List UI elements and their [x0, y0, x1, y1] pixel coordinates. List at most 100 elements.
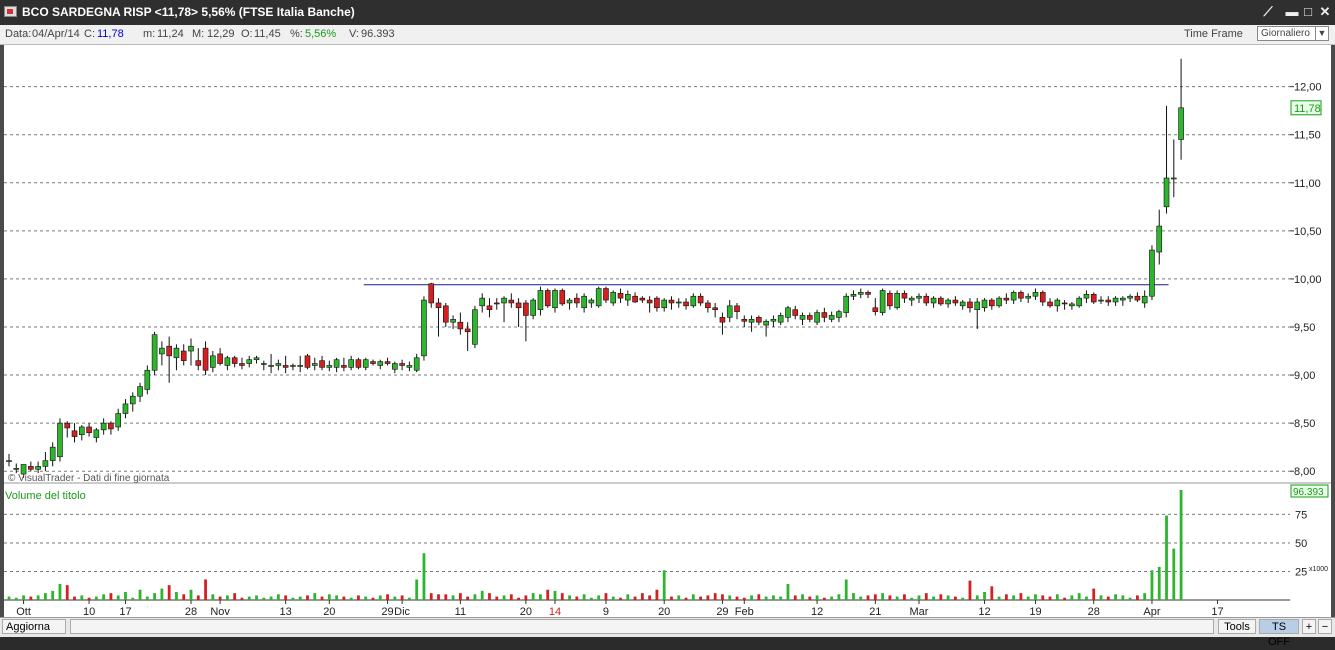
candle-body — [785, 307, 791, 318]
volume-bar — [204, 579, 207, 600]
volume-bar — [153, 593, 156, 600]
volume-bar — [590, 597, 593, 600]
volume-bar — [1157, 566, 1161, 600]
candle-body — [1083, 294, 1090, 299]
candle-body — [479, 297, 486, 307]
volume-bar — [255, 595, 258, 600]
candle-body — [988, 299, 995, 307]
price-tick-label: 8,50 — [1294, 418, 1315, 430]
volume-bar — [138, 589, 142, 600]
candle-body — [1141, 295, 1148, 304]
candle-body — [712, 307, 718, 310]
candle-body — [384, 361, 391, 364]
candle-body — [319, 360, 325, 368]
candle-body — [333, 359, 340, 368]
x-tick-label: 13 — [280, 606, 292, 617]
volume-bar — [546, 589, 550, 600]
ts-off-button[interactable]: TS OFF — [1259, 619, 1299, 648]
volume-bar — [873, 594, 877, 600]
info-o-label: O: — [241, 28, 253, 40]
volume-bar — [815, 595, 819, 600]
volume-bar — [386, 594, 389, 600]
window-title: BCO SARDEGNA RISP <11,78> 5,56% (FTSE It… — [22, 5, 355, 19]
volume-bar — [517, 597, 520, 600]
info-v-value: 96.393 — [361, 28, 395, 40]
candle-body — [442, 305, 449, 323]
volume-bar — [29, 596, 33, 600]
x-tick-label: Mar — [910, 606, 929, 617]
close-icon[interactable]: ✕ — [1316, 3, 1334, 21]
aggiorna-button[interactable]: Aggiorna — [2, 619, 66, 634]
x-tick-label: 28 — [185, 606, 197, 617]
volume-bar — [1077, 593, 1081, 600]
volume-bar — [568, 595, 571, 600]
candle-body — [472, 309, 478, 345]
volume-bar — [94, 596, 98, 600]
volume-bar — [335, 595, 338, 600]
volume-bar — [1136, 595, 1139, 600]
info-data-label: Data: — [5, 28, 32, 40]
info-pct-value: 5,56% — [305, 28, 337, 40]
candle-body — [938, 297, 944, 305]
candle-body — [100, 422, 107, 431]
candle-body — [523, 302, 529, 316]
price-tick-label: 8,00 — [1294, 466, 1315, 478]
candle-body — [348, 359, 354, 368]
x-tick-label: Apr — [1143, 606, 1160, 617]
candle-body — [64, 422, 71, 429]
volume-bar — [735, 596, 739, 600]
zoom-in-button[interactable]: + — [1302, 619, 1316, 634]
volume-bar — [932, 596, 935, 600]
candle-body — [901, 293, 908, 299]
candle-body — [675, 301, 682, 304]
candle-body — [646, 299, 653, 304]
price-volume-chart[interactable]: 8,00 8,50 9,00 9,50 10,00 10,50 11,00 11,50 12,0… — [0, 45, 1335, 617]
candle-body — [1018, 292, 1024, 299]
candle-body — [1178, 107, 1184, 140]
candle-body — [217, 353, 223, 364]
volume-bar — [859, 596, 863, 600]
candle-body — [530, 299, 536, 316]
volume-bar — [175, 592, 178, 600]
tools-button[interactable]: Tools — [1218, 619, 1256, 634]
candle-body — [806, 315, 813, 320]
volume-bar — [109, 593, 113, 600]
candle-body — [908, 297, 915, 301]
volume-bar — [866, 595, 870, 600]
price-tick-label: 9,00 — [1294, 370, 1315, 382]
volume-bar — [604, 593, 608, 600]
chevron-down-icon[interactable]: ▼ — [1315, 27, 1328, 40]
volume-bar — [728, 595, 732, 600]
price-tick-label: 12,00 — [1294, 82, 1322, 94]
candle-body — [734, 305, 740, 312]
candle-body — [13, 468, 20, 470]
volume-bar — [655, 589, 659, 600]
maximize-icon[interactable]: □ — [1299, 3, 1317, 21]
zoom-out-button[interactable]: − — [1318, 619, 1332, 634]
candle-body — [406, 365, 413, 368]
volume-bar — [910, 597, 914, 600]
candle-body — [1010, 292, 1017, 301]
candle-body — [486, 305, 493, 310]
candle-body — [697, 295, 704, 304]
candle-body — [450, 318, 456, 323]
volume-bar — [1055, 594, 1059, 600]
info-v-label: V: — [349, 28, 359, 40]
volume-bar — [342, 596, 346, 600]
volume-bar — [793, 595, 797, 600]
x-tick-label: 17 — [1211, 606, 1223, 617]
volume-bar — [480, 590, 484, 600]
timeframe-select[interactable]: Giornaliero ▼ — [1257, 26, 1329, 41]
candle-body — [392, 363, 398, 370]
horizontal-scrollbar[interactable] — [70, 619, 1214, 634]
info-pct-label: %: — [290, 28, 303, 40]
volume-bar — [844, 579, 848, 600]
volume-bar — [393, 596, 397, 600]
volume-bar — [640, 593, 644, 600]
volume-bar — [626, 594, 630, 600]
draw-tool-icon[interactable]: ⟋ — [1259, 3, 1277, 21]
candle-body — [887, 293, 893, 307]
volume-bar — [924, 593, 928, 600]
volume-bar — [313, 593, 317, 600]
candle-body — [253, 357, 260, 360]
